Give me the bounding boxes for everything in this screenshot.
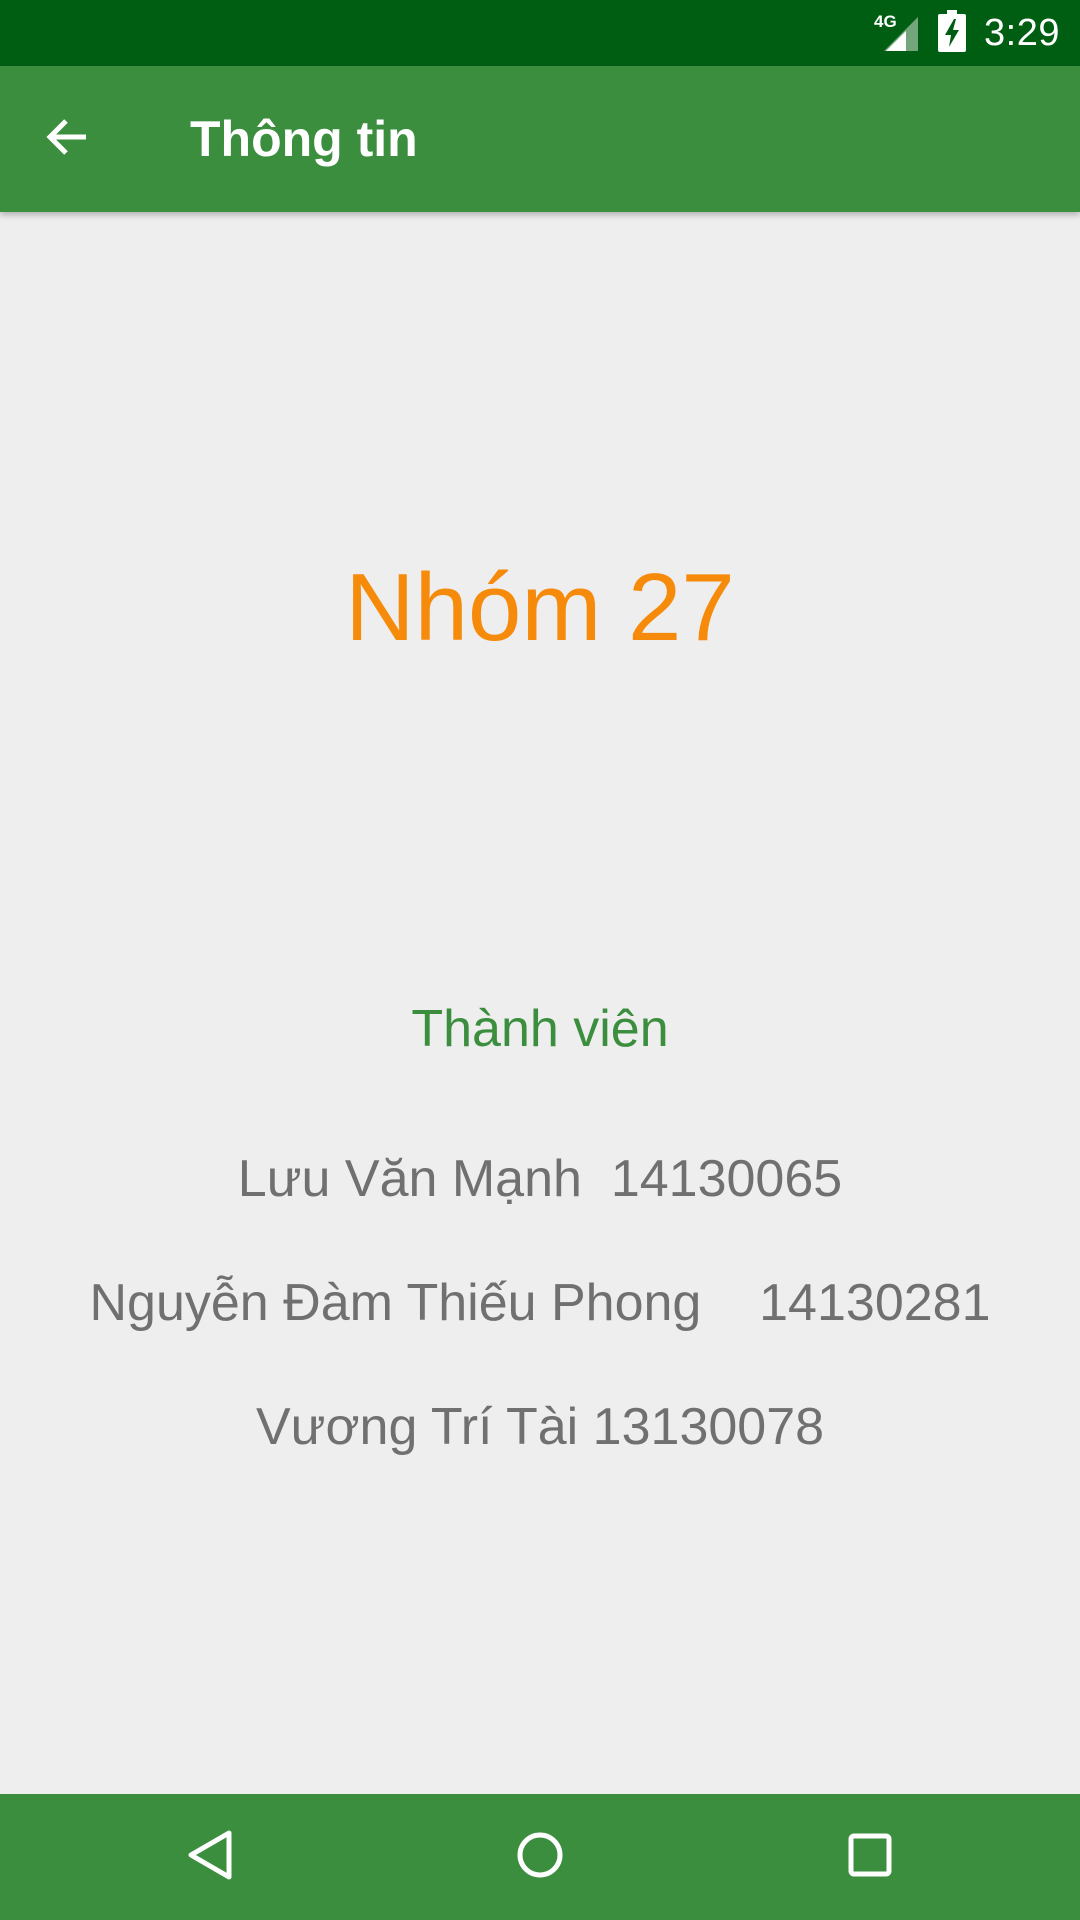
screen: 4G 3:29 Thông tin Nhóm 27 Thành viên Lưu… xyxy=(0,0,1080,1920)
back-button[interactable] xyxy=(34,105,102,173)
navigation-bar xyxy=(0,1794,1080,1920)
member-item: Vương Trí Tài 13130078 xyxy=(255,1398,825,1456)
arrow-back-icon xyxy=(44,113,92,166)
group-title: Nhóm 27 xyxy=(345,554,735,661)
nav-home-button[interactable] xyxy=(500,1817,580,1897)
status-bar: 4G 3:29 xyxy=(0,0,1080,66)
signal-icon: 4G xyxy=(874,13,920,53)
status-icons: 4G 3:29 xyxy=(874,0,1060,66)
info-content: Nhóm 27 Thành viên Lưu Văn Mạnh 14130065… xyxy=(0,212,1080,1794)
member-item: Lưu Văn Mạnh 14130065 xyxy=(237,1150,843,1208)
nav-back-button[interactable] xyxy=(170,1817,250,1897)
member-item: Nguyễn Đàm Thiếu Phong 14130281 xyxy=(89,1274,991,1332)
status-time: 3:29 xyxy=(984,12,1060,54)
app-bar: Thông tin xyxy=(0,66,1080,212)
nav-recents-icon xyxy=(847,1832,893,1883)
app-title: Thông tin xyxy=(190,111,418,167)
nav-home-icon xyxy=(515,1830,565,1885)
members-heading: Thành viên xyxy=(411,1000,669,1058)
nav-recents-button[interactable] xyxy=(830,1817,910,1897)
nav-back-icon xyxy=(185,1829,235,1886)
battery-charging-icon xyxy=(938,9,967,57)
